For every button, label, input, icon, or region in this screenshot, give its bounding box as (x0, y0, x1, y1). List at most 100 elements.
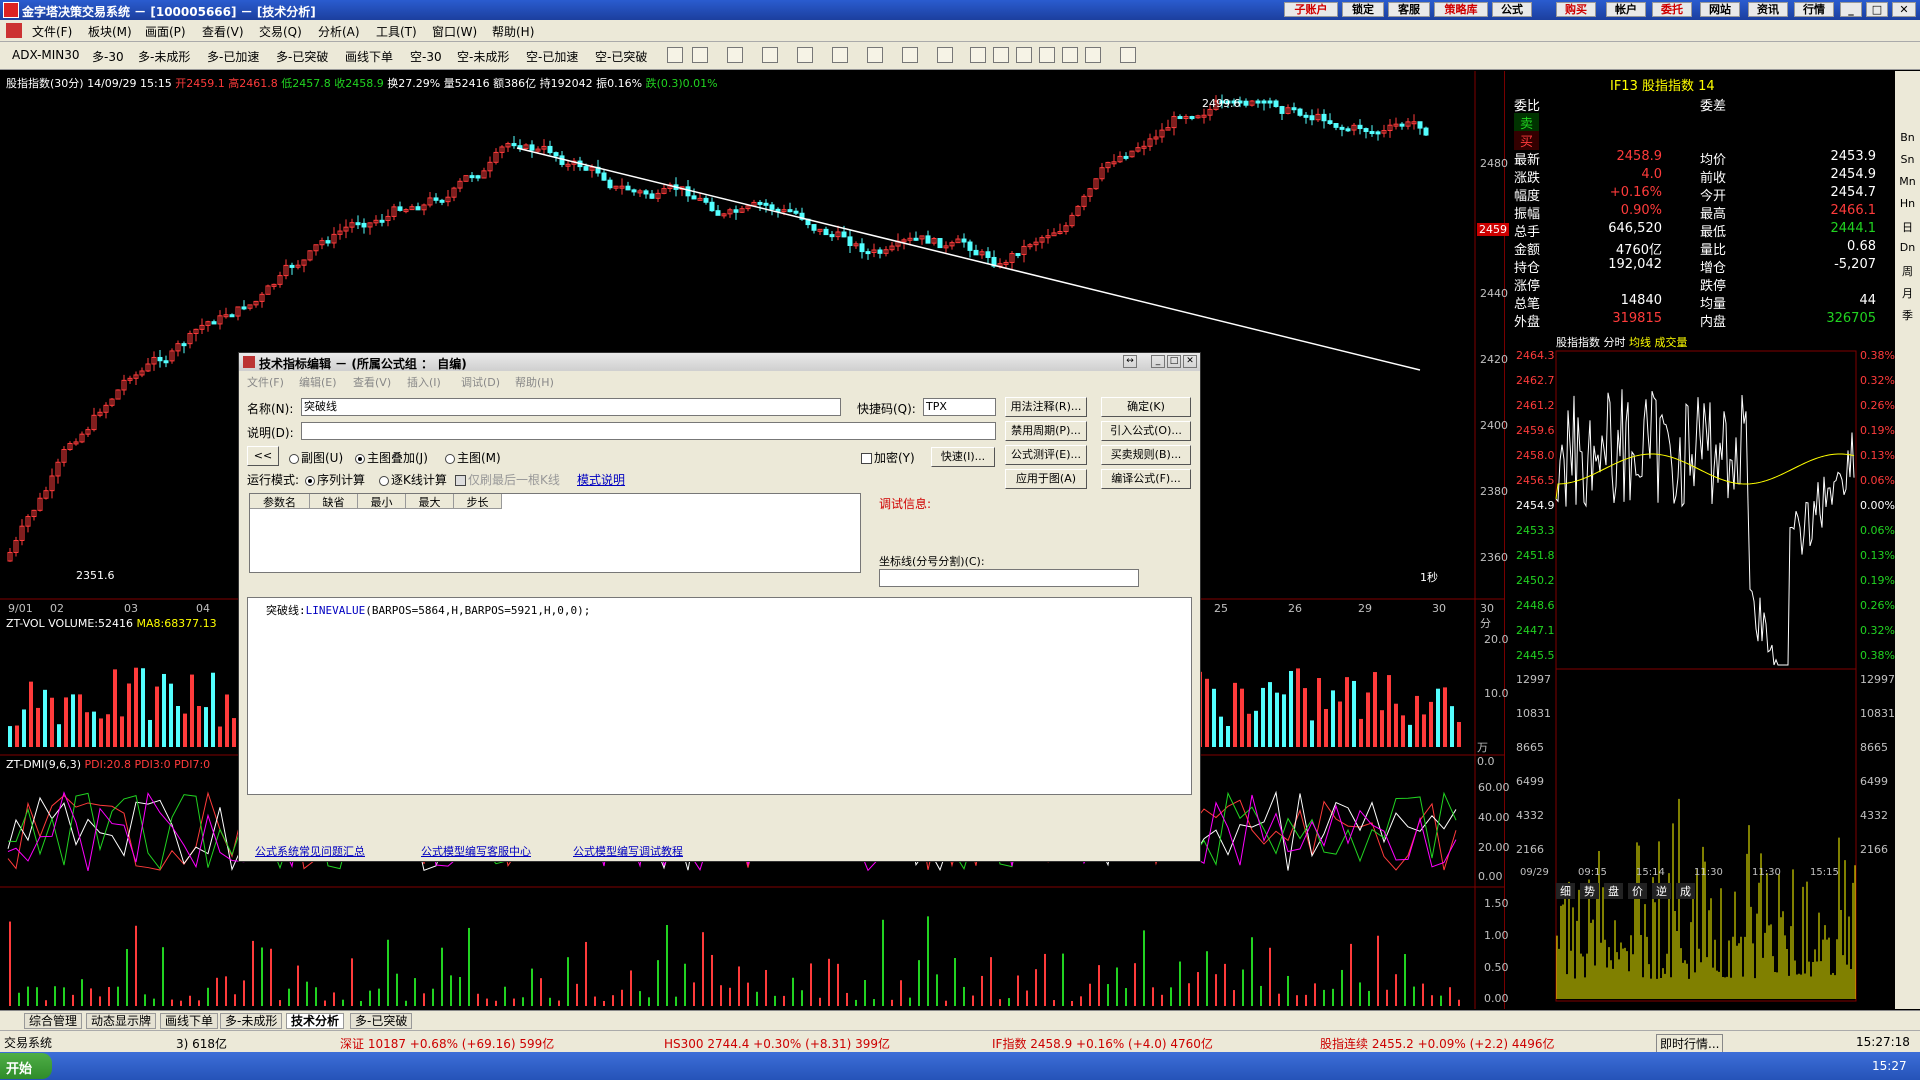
intraday-bottom-tab[interactable]: 势 (1580, 883, 1599, 899)
text-tool-icon[interactable] (970, 47, 986, 63)
dialog-restore-button[interactable]: ↔ (1123, 355, 1137, 368)
start-button[interactable]: 开始 (0, 1053, 52, 1079)
table-tool-icon[interactable] (727, 47, 743, 63)
dmenu-insert[interactable]: 插入(I) (407, 374, 441, 390)
pen-tool-icon[interactable] (692, 47, 708, 63)
dialog-close-button[interactable]: ✕ (1183, 355, 1197, 368)
minimize-button[interactable]: _ (1840, 2, 1862, 17)
period-2[interactable]: Mn (1897, 175, 1918, 188)
name-input[interactable]: 突破线 (301, 398, 841, 416)
encrypt-checkbox[interactable]: 加密(Y) (861, 449, 915, 466)
toolbar-short-30[interactable]: 空-30 (410, 48, 442, 65)
top-btn-lock[interactable]: 锁定 (1342, 2, 1384, 17)
period-6[interactable]: 周 (1897, 263, 1918, 279)
intraday-bottom-tab[interactable]: 成 (1676, 883, 1695, 899)
period-4[interactable]: 日 (1897, 219, 1918, 235)
radio-main-chart[interactable]: 主图(M) (445, 449, 501, 466)
eraser-tool-icon[interactable] (1016, 47, 1032, 63)
intraday-bottom-tab[interactable]: 价 (1628, 883, 1647, 899)
top-btn-quotes[interactable]: 行情 (1794, 2, 1834, 17)
menu-analysis[interactable]: 分析(A) (318, 23, 360, 40)
top-btn-order[interactable]: 委托 (1652, 2, 1692, 17)
toolbar-long-accel[interactable]: 多-已加速 (207, 48, 259, 65)
realtime-quotes-button[interactable]: 即时行情... (1656, 1034, 1724, 1053)
top-btn-news[interactable]: 资讯 (1748, 2, 1788, 17)
brush-tool-icon[interactable] (1039, 47, 1055, 63)
hotkey-input[interactable]: TPX (923, 398, 996, 416)
dmenu-edit[interactable]: 编辑(E) (299, 374, 337, 390)
menu-tools[interactable]: 工具(T) (376, 23, 417, 40)
rect-tool-icon[interactable] (902, 47, 918, 63)
tab-long-unformed[interactable]: 多-未成形 (220, 1013, 283, 1029)
param-table[interactable]: 参数名 缺省 最小 最大 步长 (249, 493, 861, 573)
menu-file[interactable]: 文件(F) (32, 23, 72, 40)
layout-tool-icon[interactable] (1085, 47, 1101, 63)
dmenu-help[interactable]: 帮助(H) (515, 374, 554, 390)
radio-main-overlay[interactable]: 主图叠加(J) (355, 449, 428, 466)
faq-link[interactable]: 公式系统常见问题汇总 (255, 843, 365, 859)
quick-button[interactable]: 快速(I)... (931, 447, 995, 467)
ok-button[interactable]: 确定(K) (1101, 397, 1191, 417)
top-btn-account[interactable]: 帐户 (1606, 2, 1646, 17)
draw-tool-icon[interactable] (667, 47, 683, 63)
maximize-button[interactable]: □ (1866, 2, 1888, 17)
tab-long-break[interactable]: 多-已突破 (350, 1013, 413, 1029)
usage-notes-button[interactable]: 用法注释(R)... (1005, 397, 1087, 417)
period-1[interactable]: Sn (1897, 153, 1918, 166)
top-btn-strategy[interactable]: 策略库 (1434, 2, 1488, 17)
tab-tech-analysis[interactable]: 技术分析 (286, 1013, 345, 1029)
period-0[interactable]: Bn (1897, 131, 1918, 144)
top-btn-buy[interactable]: 购买 (1556, 2, 1596, 17)
dmenu-view[interactable]: 查看(V) (353, 374, 391, 390)
intraday-bottom-tab[interactable]: 盘 (1604, 883, 1623, 899)
copy-tool-icon[interactable] (1062, 47, 1078, 63)
trade-rules-button[interactable]: 买卖规则(B)... (1101, 445, 1191, 465)
radio-sub-chart[interactable]: 副图(U) (289, 449, 343, 466)
menu-screen[interactable]: 画面(P) (145, 23, 186, 40)
toolbar-long-unformed[interactable]: 多-未成形 (138, 48, 190, 65)
compile-formula-button[interactable]: 编译公式(F)... (1101, 469, 1191, 489)
tab-line-order[interactable]: 画线下单 (160, 1013, 219, 1029)
menu-view[interactable]: 查看(V) (202, 23, 244, 40)
prev-button[interactable]: << (247, 446, 279, 466)
settings-tool-icon[interactable] (1120, 47, 1136, 63)
menu-help[interactable]: 帮助(H) (492, 23, 534, 40)
import-formula-button[interactable]: 引入公式(O)... (1101, 421, 1191, 441)
pattern-tool-icon[interactable] (867, 47, 883, 63)
intraday-bottom-tab[interactable]: 逆 (1652, 883, 1671, 899)
bars-tool-icon[interactable] (762, 47, 778, 63)
tab-overview[interactable]: 综合管理 (24, 1013, 83, 1029)
only-last-checkbox[interactable]: 仅刷最后一根K线 (455, 471, 560, 488)
chart-tool-icon[interactable] (797, 47, 813, 63)
period-3[interactable]: Hn (1897, 197, 1918, 210)
apply-chart-button[interactable]: 应用于图(A) (1005, 469, 1087, 489)
top-btn-formula[interactable]: 公式 (1492, 2, 1532, 17)
circle-tool-icon[interactable] (937, 47, 953, 63)
image-tool-icon[interactable] (993, 47, 1009, 63)
menu-trade[interactable]: 交易(Q) (259, 23, 302, 40)
intraday-bottom-tab[interactable]: 细 (1556, 883, 1575, 899)
dmenu-file[interactable]: 文件(F) (247, 374, 284, 390)
formula-code-editor[interactable]: 突破线:LINEVALUE(BARPOS=5864,H,BARPOS=5921,… (247, 597, 1192, 795)
desc-input[interactable] (301, 422, 996, 440)
radio-run-sequence[interactable]: 序列计算 (305, 471, 365, 488)
support-link[interactable]: 公式模型编写客服中心 (421, 843, 531, 859)
dialog-max-button[interactable]: □ (1167, 355, 1181, 368)
radio-run-step[interactable]: 逐K线计算 (379, 471, 447, 488)
period-7[interactable]: 月 (1897, 285, 1918, 301)
grid-tool-icon[interactable] (832, 47, 848, 63)
dialog-min-button[interactable]: _ (1151, 355, 1165, 368)
toolbar-line-order[interactable]: 画线下单 (345, 48, 393, 65)
tab-dynamic[interactable]: 动态显示牌 (86, 1013, 157, 1029)
period-8[interactable]: 季 (1897, 307, 1918, 323)
toolbar-short-break[interactable]: 空-已突破 (595, 48, 647, 65)
top-btn-website[interactable]: 网站 (1700, 2, 1740, 17)
disable-period-button[interactable]: 禁用周期(P)... (1005, 421, 1087, 441)
toolbar-adx[interactable]: ADX-MIN30 (12, 48, 80, 62)
toolbar-short-unformed[interactable]: 空-未成形 (457, 48, 509, 65)
toolbar-short-accel[interactable]: 空-已加速 (526, 48, 578, 65)
formula-eval-button[interactable]: 公式测评(E)... (1005, 445, 1087, 465)
menu-board[interactable]: 板块(M) (88, 23, 132, 40)
top-btn-sub-account[interactable]: 子账户 (1284, 2, 1338, 17)
menu-window[interactable]: 窗口(W) (432, 23, 477, 40)
